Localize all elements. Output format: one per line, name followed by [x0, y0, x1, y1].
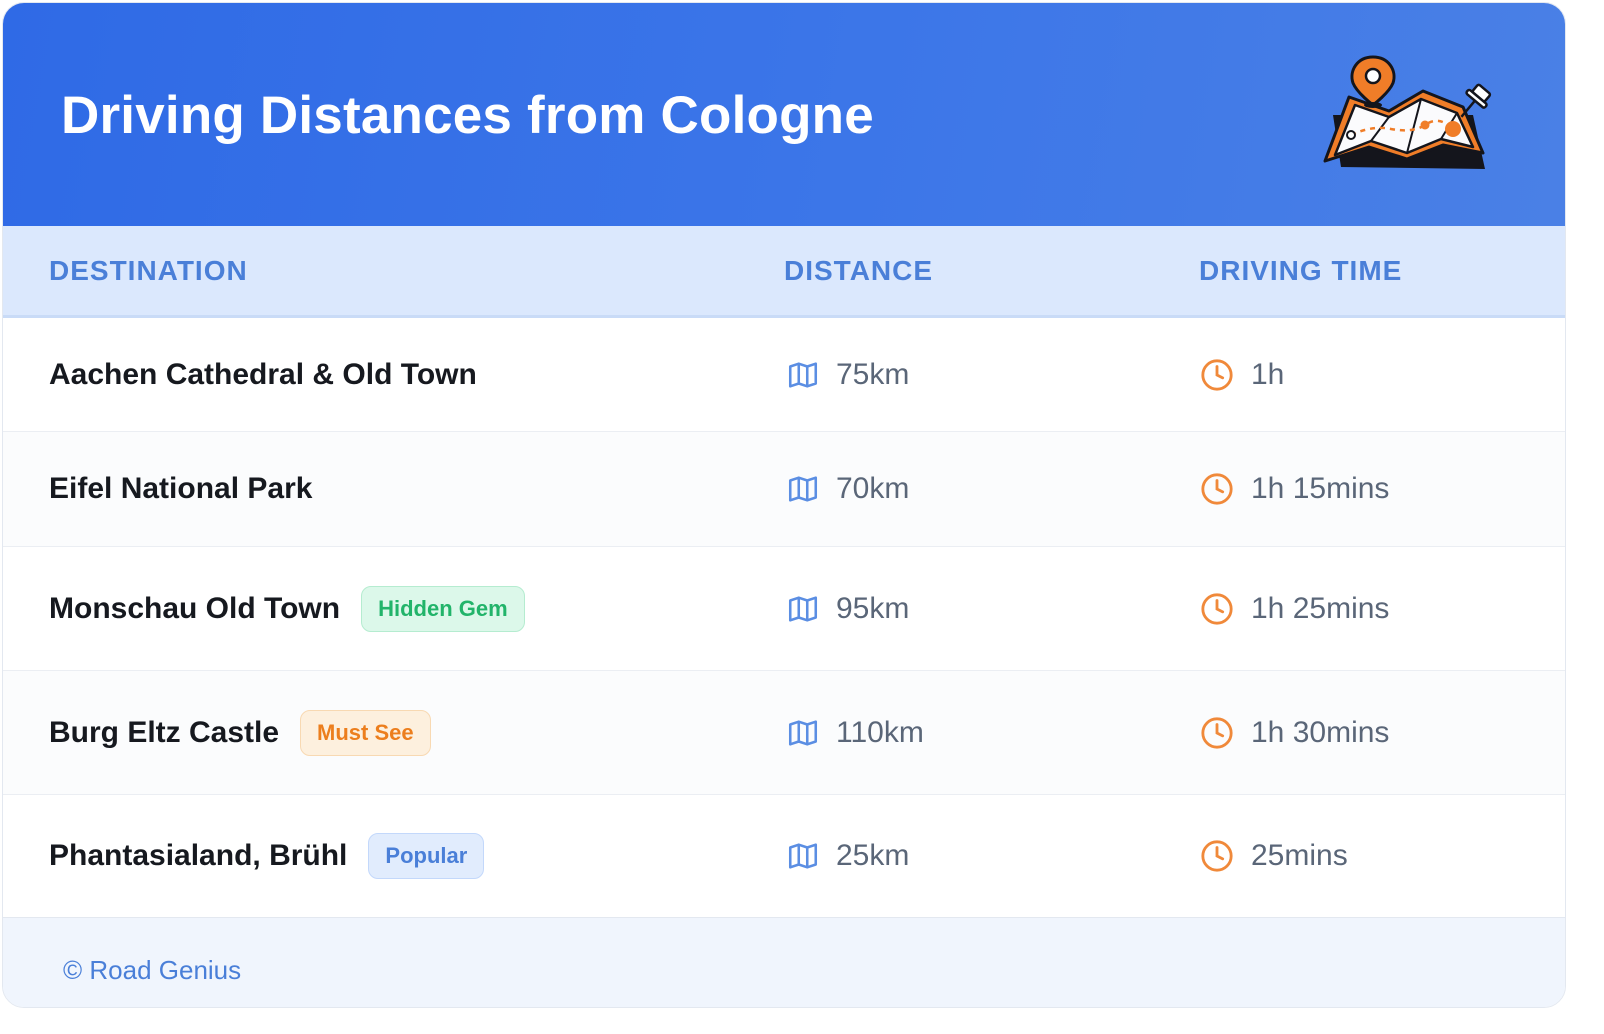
- time-value: 1h: [1251, 357, 1285, 391]
- destination-cell: Aachen Cathedral & Old Town: [49, 358, 477, 392]
- table-row: Phantasialand, Brühl Popular 25km 25mins: [3, 795, 1565, 917]
- distance-cell: 25km: [786, 839, 909, 873]
- table-row: Eifel National Park 70km 1h 15mins: [3, 432, 1565, 547]
- time-value: 1h 25mins: [1251, 591, 1390, 625]
- distance-cell: 95km: [786, 592, 909, 626]
- destination-name: Eifel National Park: [49, 472, 313, 505]
- page-title: Driving Distances from Cologne: [61, 86, 874, 145]
- distance-value: 25km: [836, 839, 910, 872]
- header-banner: Driving Distances from Cologne: [3, 3, 1565, 226]
- destination-name: Aachen Cathedral & Old Town: [49, 357, 477, 391]
- must-see-badge: Must See: [300, 709, 431, 756]
- distance-cell: 110km: [786, 716, 924, 750]
- time-value: 1h 15mins: [1251, 472, 1390, 505]
- distance-value: 70km: [836, 472, 910, 505]
- time-cell: 1h 15mins: [1200, 472, 1389, 506]
- column-header-distance: DISTANCE: [784, 255, 934, 286]
- destination-cell: Burg Eltz Castle Must See: [49, 709, 431, 756]
- distance-value: 110km: [836, 715, 924, 749]
- clock-icon: [1201, 840, 1233, 872]
- destination-name: Burg Eltz Castle: [49, 715, 280, 749]
- clock-icon: [1201, 358, 1233, 391]
- map-icon: [788, 719, 818, 746]
- distance-cell: 70km: [786, 472, 909, 506]
- table-row: Monschau Old Town Hidden Gem 95km 1h 25m…: [3, 547, 1565, 671]
- clock-icon: [1201, 716, 1233, 749]
- hidden-gem-badge: Hidden Gem: [361, 585, 525, 632]
- destination-cell: Eifel National Park: [49, 472, 312, 506]
- time-value: 1h 30mins: [1251, 715, 1390, 749]
- map-with-pin-icon: [1323, 55, 1492, 169]
- copyright-credit: © Road Genius: [63, 955, 242, 985]
- destination-cell: Phantasialand, Brühl Popular: [49, 833, 485, 879]
- column-header-destination: DESTINATION: [49, 255, 248, 286]
- clock-icon: [1201, 473, 1233, 505]
- table-header: DESTINATION DISTANCE DRIVING TIME: [3, 226, 1565, 318]
- time-cell: 1h: [1200, 358, 1284, 392]
- destination-name: Monschau Old Town: [49, 591, 341, 625]
- map-icon: [788, 843, 818, 869]
- distance-cell: 75km: [786, 358, 909, 392]
- distance-card: Driving Distances from Cologne DESTINATI…: [2, 2, 1566, 1008]
- footer: © Road Genius: [3, 917, 1565, 1007]
- time-cell: 1h 25mins: [1200, 592, 1389, 626]
- distance-value: 75km: [836, 357, 910, 391]
- distance-value: 95km: [836, 591, 910, 625]
- time-cell: 25mins: [1200, 839, 1348, 873]
- time-cell: 1h 30mins: [1200, 716, 1389, 750]
- destination-name: Phantasialand, Brühl: [49, 839, 348, 872]
- time-value: 25mins: [1251, 839, 1348, 872]
- destination-cell: Monschau Old Town Hidden Gem: [49, 585, 525, 632]
- column-header-driving-time: DRIVING TIME: [1199, 255, 1403, 286]
- table-row: Burg Eltz Castle Must See 110km 1h 30min…: [3, 671, 1565, 795]
- clock-icon: [1201, 592, 1233, 625]
- map-icon: [788, 361, 818, 388]
- map-icon: [788, 476, 818, 502]
- table-row: Aachen Cathedral & Old Town 75km 1h: [3, 318, 1565, 432]
- popular-badge: Popular: [368, 833, 485, 879]
- map-icon: [788, 595, 818, 622]
